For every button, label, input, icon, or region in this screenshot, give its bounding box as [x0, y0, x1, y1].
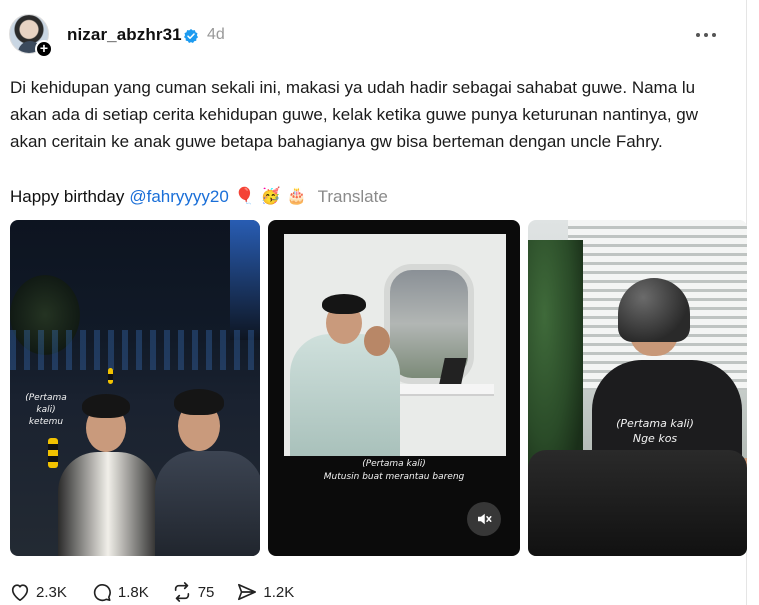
tablet	[439, 358, 467, 384]
share-button[interactable]: 1.2K	[236, 582, 294, 602]
mention-link[interactable]: @fahryyyy20	[129, 185, 228, 209]
birthday-line: Happy birthday @fahryyyy20 🎈 🥳 🎂 Transla…	[10, 185, 388, 209]
repost-count: 75	[197, 583, 215, 601]
bollard	[108, 368, 113, 384]
username[interactable]: nizar_abzhr31	[67, 25, 182, 45]
translate-button[interactable]: Translate	[318, 185, 388, 209]
city-lights	[10, 330, 260, 370]
repost-button[interactable]: 75	[171, 582, 215, 602]
comment-icon	[93, 584, 111, 602]
birthday-text: Happy birthday	[10, 187, 125, 206]
overlay-subtitle: Mutusin buat merantau bareng	[323, 472, 465, 482]
motorbike	[528, 450, 747, 556]
photo-2-caption: (Pertama kali) Mutusin buat merantau bar…	[308, 458, 480, 484]
person	[284, 294, 404, 456]
media-photo-3[interactable]: (Pertama kali) Nge kos	[528, 220, 747, 556]
share-count: 1.2K	[263, 583, 295, 601]
photo-1-caption: (Pertama kali) ketemu	[16, 392, 76, 428]
post-timestamp: 4d	[207, 26, 225, 43]
overlay-subtitle: Nge kos	[632, 432, 678, 445]
post-action-bar: 2.3K 1.8K 75 1.2K	[9, 580, 294, 604]
speaker-muted-icon	[478, 513, 492, 525]
video-frame	[284, 234, 506, 456]
like-button[interactable]: 2.3K	[9, 582, 67, 602]
thread-post: + nizar_abzhr31 4d Di kehidupan yang cum…	[0, 0, 747, 605]
person	[150, 385, 260, 556]
post-caption: Di kehidupan yang cuman sekali ini, maka…	[10, 78, 699, 151]
overlay-subtitle: ketemu	[28, 417, 64, 427]
mute-toggle-button[interactable]	[467, 502, 501, 536]
more-options-icon[interactable]	[694, 25, 718, 45]
birthday-cake-emoji: 🎂	[286, 188, 307, 205]
heart-icon	[11, 584, 29, 601]
like-count: 2.3K	[36, 583, 67, 601]
party-face-emoji: 🥳	[260, 188, 281, 205]
reply-count: 1.8K	[117, 583, 149, 601]
media-video-2[interactable]: (Pertama kali) Mutusin buat merantau bar…	[268, 220, 520, 556]
overlay-title: (Pertama kali)	[25, 393, 67, 415]
repost-icon	[174, 582, 189, 602]
overlay-title: (Pertama kali)	[362, 459, 426, 469]
overlay-title: (Pertama kali)	[616, 417, 694, 430]
verified-badge-icon	[184, 29, 198, 43]
media-photo-1[interactable]: (Pertama kali) ketemu	[10, 220, 260, 556]
follow-plus-icon[interactable]: +	[35, 40, 53, 58]
balloon-emoji: 🎈	[234, 188, 255, 205]
share-icon	[238, 583, 257, 601]
photo-3-caption: (Pertama kali) Nge kos	[600, 416, 710, 446]
avatar[interactable]: +	[9, 14, 53, 58]
reply-button[interactable]: 1.8K	[91, 582, 149, 602]
